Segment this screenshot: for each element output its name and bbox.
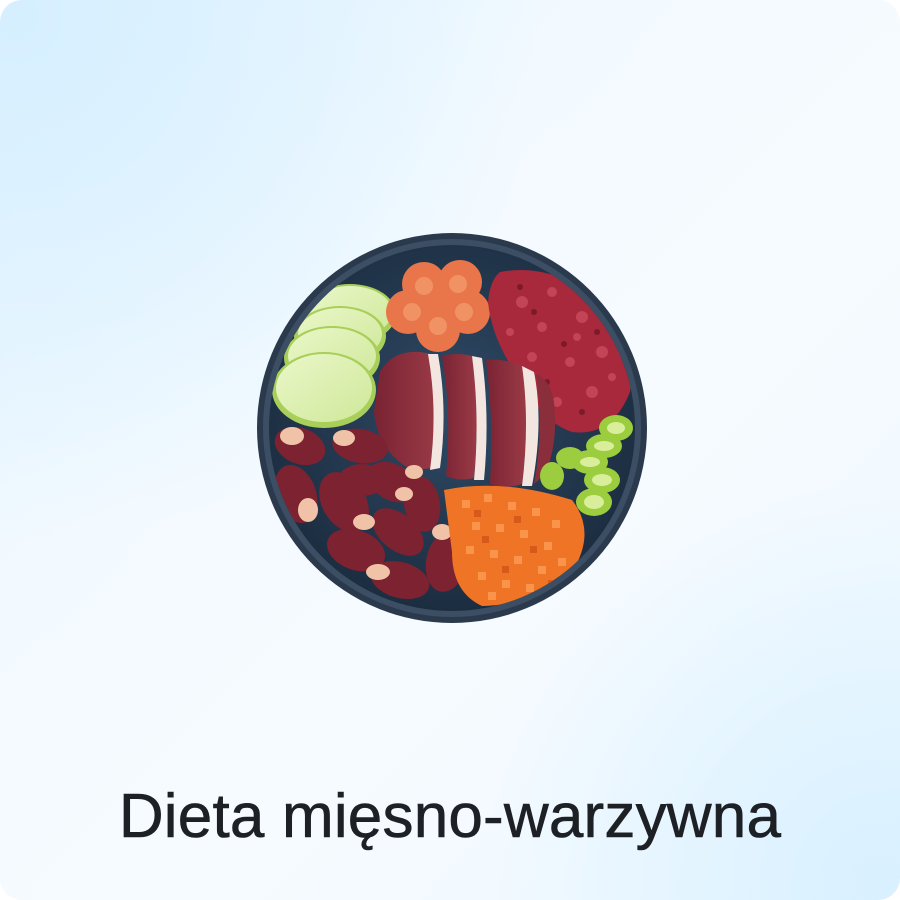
card-title: Dieta mięsno-warzywna	[118, 782, 782, 852]
food-bowl-icon	[257, 233, 647, 623]
diet-category-card[interactable]: Dieta mięsno-warzywna	[0, 0, 900, 900]
food-bowl-image	[252, 232, 652, 624]
